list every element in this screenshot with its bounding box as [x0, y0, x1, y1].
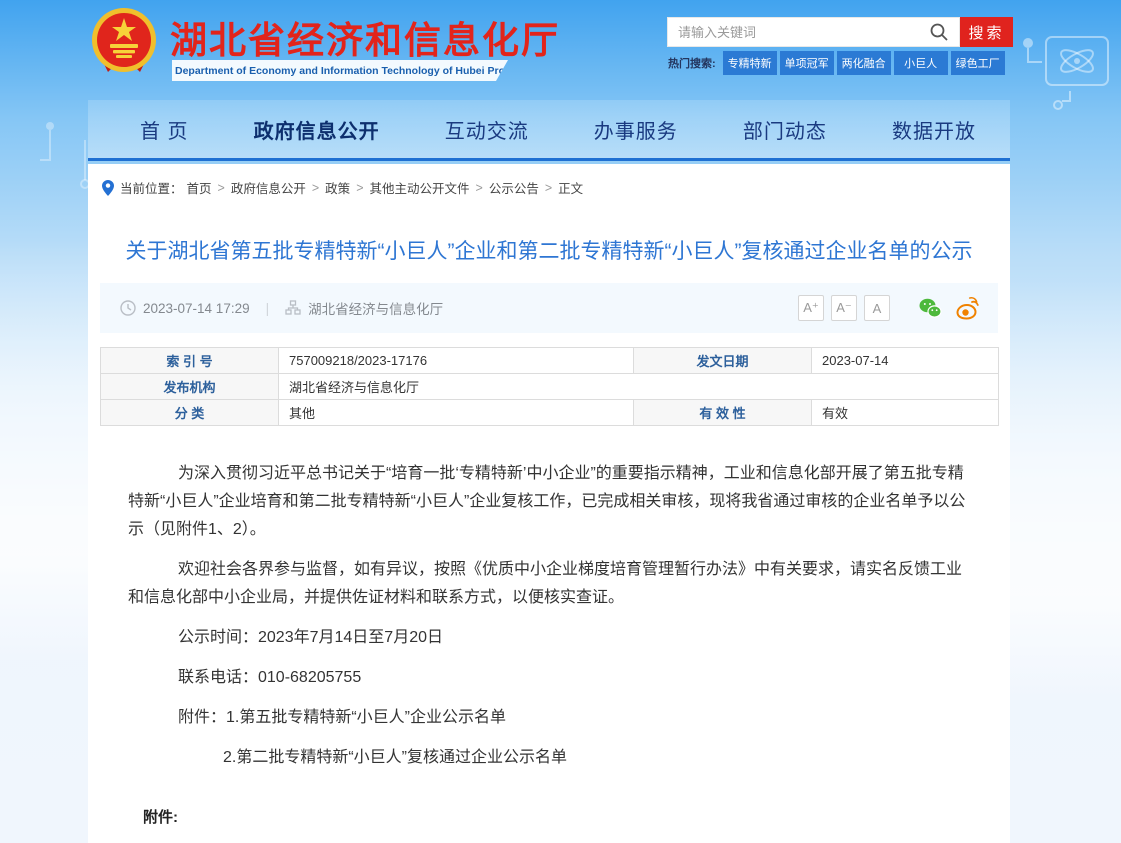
font-size-button[interactable]: A⁻	[831, 295, 857, 321]
article-body: 为深入贯彻习近平总书记关于“培育一批‘专精特新’中小企业”的重要指示精神，工业和…	[88, 426, 1010, 772]
search-input[interactable]	[667, 17, 960, 47]
nav-item[interactable]: 部门动态	[743, 115, 827, 144]
article-paragraph: 联系电话：010-68205755	[128, 664, 970, 692]
article-paragraph: 为深入贯彻习近平总书记关于“培育一批‘专精特新’中小企业”的重要指示精神，工业和…	[128, 460, 970, 544]
content-panel: 当前位置： 首页 > 政府信息公开 > 政策 > 其他主动公开文件 > 公示公告 > 正文 关于湖北…	[88, 164, 1010, 843]
search-button[interactable]: 搜索	[960, 17, 1013, 47]
breadcrumb-link[interactable]: 其他主动公开文件	[370, 178, 470, 197]
meta-divider: |	[266, 301, 270, 316]
main-nav: 首 页 政府信息公开 互动交流 办事服务 部门动态 数据开放	[88, 100, 1010, 161]
site-title-banner: Department of Economy and Information Te…	[172, 60, 508, 81]
document-meta-table: 索 引 号 757009218/2023-17176 发文日期 2023-07-…	[100, 347, 999, 426]
meta-index-value: 757009218/2023-17176	[279, 348, 634, 374]
site-logo[interactable]	[90, 6, 158, 78]
breadcrumb-link[interactable]: 正文	[558, 178, 583, 197]
article-paragraph: 附件：1.第五批专精特新“小巨人”企业公示名单	[128, 704, 970, 732]
site-header: 湖北省经济和信息化厅 Department of Economy and Inf…	[0, 0, 1121, 100]
national-emblem-icon	[90, 6, 158, 78]
breadcrumb-link[interactable]: 政策	[325, 178, 350, 197]
article-paragraph: 公示时间：2023年7月14日至7月20日	[128, 624, 970, 652]
hot-search-label: 热门搜索:	[668, 55, 716, 71]
search-area: 搜索	[667, 17, 1013, 47]
background-city-left	[0, 240, 88, 660]
hot-search-tag[interactable]: 专精特新	[723, 51, 777, 75]
search-icon[interactable]	[929, 22, 949, 42]
wechat-icon[interactable]	[918, 296, 942, 320]
breadcrumb-separator: >	[356, 181, 363, 195]
meta-category-label: 分 类	[101, 400, 279, 426]
table-row: 发布机构 湖北省经济与信息化厅	[101, 374, 999, 400]
organization-icon	[285, 300, 301, 316]
background-city-right	[1010, 280, 1121, 700]
breadcrumb-link[interactable]: 政府信息公开	[231, 178, 306, 197]
meta-validity-value: 有效	[812, 400, 999, 426]
breadcrumb-items: 首页 > 政府信息公开 > 政策 > 其他主动公开文件 > 公示公告 > 正文	[183, 178, 588, 197]
breadcrumb-separator: >	[218, 181, 225, 195]
meta-validity-label: 有 效 性	[634, 400, 812, 426]
nav-item[interactable]: 政府信息公开	[254, 115, 380, 144]
table-row: 索 引 号 757009218/2023-17176 发文日期 2023-07-…	[101, 348, 999, 374]
breadcrumb-separator: >	[545, 181, 552, 195]
attachments-heading: 附件:	[143, 806, 1010, 827]
nav-item[interactable]: 互动交流	[445, 115, 529, 144]
breadcrumb-link[interactable]: 公示公告	[489, 178, 539, 197]
nav-item[interactable]: 首 页	[140, 115, 189, 144]
article-paragraph: 2.第二批专精特新“小巨人”复核通过企业公示名单	[128, 744, 970, 772]
nav-item[interactable]: 办事服务	[594, 115, 678, 144]
location-pin-icon	[102, 180, 114, 196]
table-row: 分 类 其他 有 效 性 有效	[101, 400, 999, 426]
hot-search-tag[interactable]: 绿色工厂	[951, 51, 1005, 75]
article-meta-left: 2023-07-14 17:29 | 湖北省经济与信息化厅	[120, 298, 443, 318]
article-title: 关于湖北省第五批专精特新“小巨人”企业和第二批专精特新“小巨人”复核通过企业名单…	[88, 235, 1010, 265]
meta-date-label: 发文日期	[634, 348, 812, 374]
site-title-english: Department of Economy and Information Te…	[172, 65, 532, 77]
meta-org-value: 湖北省经济与信息化厅	[279, 374, 999, 400]
breadcrumb-link[interactable]: 首页	[187, 178, 212, 197]
article-meta-right: A⁺ A⁻ A	[791, 295, 980, 321]
hot-search-row: 热门搜索: 专精特新单项冠军两化融合小巨人绿色工厂	[668, 51, 1014, 75]
meta-org-label: 发布机构	[101, 374, 279, 400]
article-source: 湖北省经济与信息化厅	[308, 298, 443, 318]
nav-item[interactable]: 数据开放	[892, 115, 976, 144]
site-title[interactable]: 湖北省经济和信息化厅	[170, 10, 560, 64]
publish-time: 2023-07-14 17:29	[143, 301, 250, 316]
font-size-controls: A⁺ A⁻ A	[791, 295, 890, 321]
meta-category-value: 其他	[279, 400, 634, 426]
hot-search-tag[interactable]: 单项冠军	[780, 51, 834, 75]
article-meta-strip: 2023-07-14 17:29 | 湖北省经济与信息化厅 A⁺ A⁻ A	[100, 283, 998, 333]
breadcrumb-prefix: 当前位置：	[120, 178, 183, 197]
breadcrumb-separator: >	[312, 181, 319, 195]
clock-icon	[120, 300, 136, 316]
breadcrumb: 当前位置： 首页 > 政府信息公开 > 政策 > 其他主动公开文件 > 公示公告 > 正文	[88, 164, 1010, 197]
weibo-icon[interactable]	[956, 296, 980, 320]
hot-search-tags: 专精特新单项冠军两化融合小巨人绿色工厂	[723, 51, 1008, 75]
breadcrumb-separator: >	[476, 181, 483, 195]
hot-search-tag[interactable]: 两化融合	[837, 51, 891, 75]
hot-search-tag[interactable]: 小巨人	[894, 51, 948, 75]
attachments-section: 附件: 附件1：第五批企业公示名单(1).pdf附件2：第二批复核企业公示名单(…	[88, 784, 1010, 843]
article-paragraph: 欢迎社会各界参与监督，如有异议，按照《优质中小企业梯度培育管理暂行办法》中有关要…	[128, 556, 970, 612]
font-size-button[interactable]: A⁺	[798, 295, 824, 321]
meta-index-label: 索 引 号	[101, 348, 279, 374]
meta-date-value: 2023-07-14	[812, 348, 999, 374]
font-size-button[interactable]: A	[864, 295, 890, 321]
